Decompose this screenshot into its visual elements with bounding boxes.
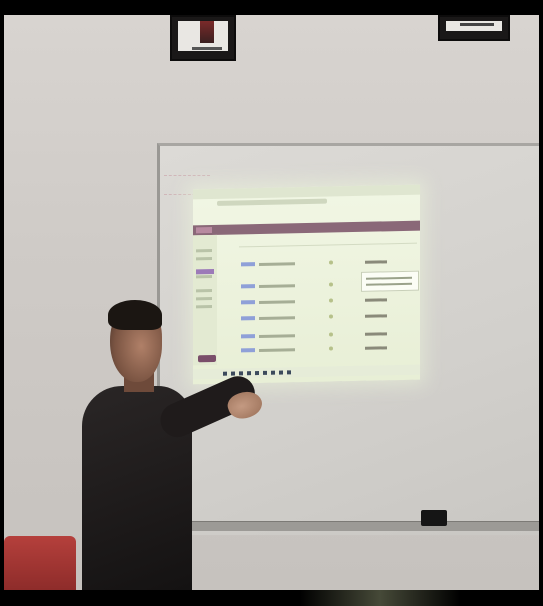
list-item-text [259,284,295,288]
list-item-status-dot [329,346,333,351]
portrait-figure [200,21,214,43]
app-header-bar [193,220,420,236]
sidebar-item [196,288,212,293]
portrait-caption-line [192,47,222,50]
taskbar-icon [287,370,291,375]
list-item-badge [241,262,255,267]
presenter-hair [108,300,162,330]
list-item-status-dot [329,298,333,303]
framed-portrait-left [170,15,236,61]
list-item-tag [365,314,387,318]
presenter [82,300,282,590]
list-item-tag [365,260,387,264]
classroom-photo [0,0,543,606]
list-item-badge [241,284,255,289]
portrait-caption-line [460,23,494,26]
app-logo [196,226,212,234]
list-item-tag [365,346,387,350]
sidebar-item [196,274,212,279]
list-item-tag [365,332,387,336]
portrait-mat [446,21,502,31]
popup-text-line [366,282,412,286]
portrait-mat [178,21,228,51]
list-divider [239,242,417,248]
sidebar-item [196,256,212,261]
popup-text-line [366,276,412,280]
list-item-status-dot [329,260,333,265]
list-item-tag [365,298,387,302]
letterbox-top [0,0,543,15]
red-chair [4,536,76,590]
list-item-status-dot [329,282,333,287]
letterbox-bottom [0,590,543,606]
sidebar-item [196,248,212,253]
list-item-text [259,262,295,266]
whiteboard-eraser [421,510,447,526]
light-glare [300,590,460,606]
list-item-status-dot [329,332,333,337]
list-item-status-dot [329,314,333,319]
browser-address-bar [217,198,327,206]
framed-portrait-right [438,15,510,41]
notification-popup [361,270,419,292]
sidebar-item-active [196,268,214,275]
